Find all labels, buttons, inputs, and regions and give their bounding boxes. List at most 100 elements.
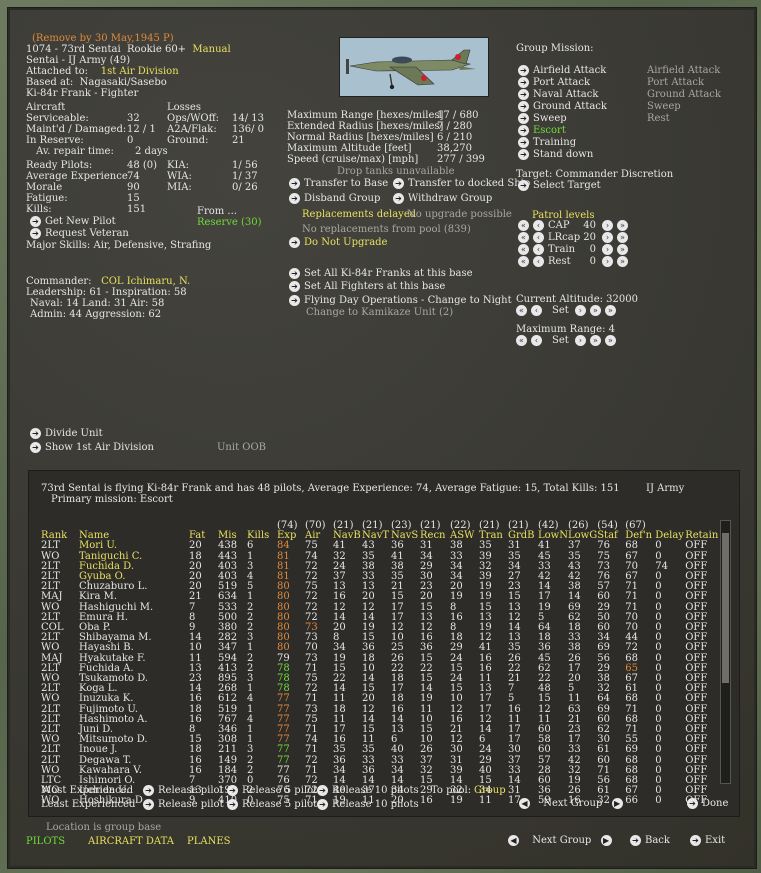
- least-release-5-button[interactable]: ➔ Release 5 pilots: [227, 799, 322, 810]
- roster-next-group[interactable]: ◀ Next Group ▶: [519, 798, 627, 809]
- set-all-fighters-button[interactable]: ➔ Set All Fighters at this base: [289, 281, 445, 292]
- tab-pilots[interactable]: PILOTS: [26, 836, 65, 847]
- fast-back-icon[interactable]: «: [518, 220, 529, 231]
- to-pool-value[interactable]: Group: [474, 785, 506, 796]
- show-division-button[interactable]: ➔ Show 1st Air Division: [30, 442, 154, 453]
- back-icon[interactable]: ‹: [533, 256, 544, 267]
- back-icon[interactable]: ‹: [531, 335, 542, 346]
- from-reserve-link[interactable]: Reserve (30): [197, 217, 262, 228]
- table-row[interactable]: 2LT Hashimoto A. 16 767 4 77 75 11 14 14 10 16 12 11 1…: [41, 714, 718, 725]
- fast-back-icon[interactable]: «: [518, 232, 529, 243]
- table-row[interactable]: 2LT Mori U. 20 438 6 84 75 41 43 36 31 38 35 31 41 37 76…: [41, 541, 718, 551]
- commander-name-link[interactable]: COL Ichimaru, N.: [101, 276, 190, 287]
- table-row[interactable]: WO Kawahara V. 16 184 2 77 71 34 36 34 32 39 40 33 28 3…: [41, 765, 718, 776]
- altitude-set-label[interactable]: Set: [552, 305, 569, 316]
- table-row[interactable]: 2LT Inoue J. 18 211 3 77 71 35 35 40 26 30 24 30 60 33 6…: [41, 745, 718, 755]
- range-set-label[interactable]: Set: [552, 335, 569, 346]
- forward-icon[interactable]: ›: [602, 220, 613, 231]
- forward-icon[interactable]: ›: [602, 244, 613, 255]
- back-icon[interactable]: ‹: [533, 232, 544, 243]
- fast-forward-icon[interactable]: »: [589, 305, 601, 316]
- fast-back-icon[interactable]: «: [518, 244, 529, 255]
- least-release-pilot-button[interactable]: ➔ Release pilot: [143, 799, 224, 810]
- mission-option[interactable]: ➔ Naval Attack: [518, 89, 598, 100]
- fast-forward-icon[interactable]: »: [617, 220, 628, 231]
- exit-button[interactable]: ➔ Exit: [690, 835, 725, 846]
- table-row[interactable]: MAJ Hyakutake F. 11 594 2 79 73 19 18 26 15 24 16 26 4…: [41, 653, 718, 664]
- scrollbar-thumb[interactable]: [722, 533, 729, 683]
- table-row[interactable]: WO Inuzuka K. 16 612 4 77 71 11 20 18 19 10 17 5 15 11 6…: [41, 694, 718, 704]
- secondary-mission-option[interactable]: Port Attack: [647, 77, 704, 88]
- max-forward-icon[interactable]: »: [604, 335, 616, 346]
- divide-unit-button[interactable]: ➔ Divide Unit: [30, 428, 103, 439]
- fast-forward-icon[interactable]: »: [589, 335, 601, 346]
- most-release-pilot-button[interactable]: ➔ Release pilot: [143, 785, 224, 796]
- table-row[interactable]: 2LT Fuchida D. 20 403 3 81 72 24 38 38 29 34 32 34 33 4…: [41, 561, 718, 572]
- secondary-mission-option[interactable]: Sweep: [647, 101, 681, 112]
- table-row[interactable]: 2LT Emura H. 8 500 2 80 72 14 14 17 13 16 13 12 5 62 50 7…: [41, 612, 718, 623]
- attached-division-link[interactable]: 1st Air Division: [101, 66, 179, 77]
- mission-option[interactable]: ➔ Sweep: [518, 113, 567, 124]
- do-not-upgrade-button[interactable]: ➔ Do Not Upgrade: [289, 237, 387, 248]
- arrow-right-icon[interactable]: ▶: [611, 798, 623, 809]
- release-5-label: Release 5 pilots: [242, 799, 323, 810]
- fast-forward-icon[interactable]: »: [617, 256, 628, 267]
- tab-aircraft-data[interactable]: AIRCRAFT DATA: [88, 836, 174, 847]
- mission-option[interactable]: ➔ Training: [518, 137, 576, 148]
- mission-option[interactable]: ➔ Ground Attack: [518, 101, 607, 112]
- max-forward-icon[interactable]: »: [604, 305, 616, 316]
- mission-option[interactable]: ➔ Stand down: [518, 149, 593, 160]
- done-button[interactable]: ➔ Done: [687, 798, 728, 809]
- table-row[interactable]: WO Mitsumoto D. 15 308 1 77 74 16 11 6 10 12 6 17 58 17…: [41, 735, 718, 745]
- table-row[interactable]: WO Hashiguchi M. 7 533 2 80 72 12 12 17 15 8 15 13 19 6…: [41, 602, 718, 613]
- tab-planes[interactable]: PLANES: [187, 836, 231, 847]
- fast-back-icon[interactable]: «: [518, 256, 529, 267]
- arrow-left-icon[interactable]: ◀: [519, 798, 530, 809]
- transfer-base-button[interactable]: ➔ Transfer to Base: [289, 178, 388, 189]
- disband-button[interactable]: ➔ Disband Group: [289, 193, 380, 204]
- manual-toggle[interactable]: Manual: [192, 44, 230, 55]
- transfer-ship-button[interactable]: ➔ Transfer to docked Ship: [393, 178, 530, 189]
- table-row[interactable]: 2LT Koga L. 14 268 1 78 72 14 15 17 14 15 13 7 48 5 32 61…: [41, 684, 718, 694]
- forward-icon[interactable]: ›: [602, 256, 613, 267]
- replacements-delayed-toggle[interactable]: Replacements delayed: [302, 209, 416, 220]
- fast-back-icon[interactable]: «: [516, 305, 527, 316]
- withdraw-button[interactable]: ➔ Withdraw Group: [393, 193, 492, 204]
- mission-option[interactable]: ➔ Airfield Attack: [518, 65, 606, 76]
- secondary-mission-option[interactable]: Ground Attack: [647, 89, 721, 100]
- fast-back-icon[interactable]: «: [516, 335, 527, 346]
- back-icon[interactable]: ‹: [533, 220, 544, 231]
- table-cell: 19: [450, 795, 463, 807]
- mission-option[interactable]: ➔ Escort: [518, 125, 566, 136]
- table-row[interactable]: 2LT Degawa T. 16 149 2 77 72 36 33 33 37 31 29 37 57 42…: [41, 755, 718, 766]
- serviceable-value: 32: [127, 113, 140, 124]
- table-row[interactable]: WO Tsukamoto D. 23 895 3 78 75 22 14 18 15 24 11 21 22…: [41, 673, 718, 684]
- forward-icon[interactable]: ›: [602, 232, 613, 243]
- request-veteran-button[interactable]: ➔ Request Veteran: [30, 228, 129, 239]
- back-icon[interactable]: ‹: [533, 244, 544, 255]
- arrow-right-icon[interactable]: ▶: [600, 835, 612, 846]
- table-row[interactable]: 2LT Chuzaburo L. 20 519 5 80 75 13 13 21 23 20 19 23 1…: [41, 582, 718, 592]
- most-release-5-button[interactable]: ➔ Release 5 pilots: [227, 785, 322, 796]
- flying-day-button[interactable]: ➔ Flying Day Operations - Change to Night: [289, 295, 512, 306]
- mission-option[interactable]: ➔ Port Attack: [518, 77, 590, 88]
- table-row[interactable]: WO Taniguchi C. 18 443 1 81 74 32 35 41 34 33 39 35 45…: [41, 551, 718, 562]
- get-new-pilot-button[interactable]: ➔ Get New Pilot: [30, 216, 116, 227]
- most-release-10-button[interactable]: ➔ Release 10 pilots: [317, 785, 419, 796]
- fast-forward-icon[interactable]: »: [617, 232, 628, 243]
- fast-forward-icon[interactable]: »: [617, 244, 628, 255]
- least-release-10-button[interactable]: ➔ Release 10 pilots: [317, 799, 419, 810]
- unit-oob-link[interactable]: Unit OOB: [217, 442, 266, 453]
- secondary-mission-option[interactable]: Rest: [647, 113, 670, 124]
- table-row[interactable]: 2LT Shibayama M. 14 282 3 80 73 8 15 10 16 18 12 13 18…: [41, 633, 718, 643]
- select-target-button[interactable]: ➔ Select Target: [518, 180, 601, 191]
- set-all-franks-button[interactable]: ➔ Set All Ki-84r Franks at this base: [289, 268, 473, 279]
- back-button[interactable]: ➔ Back: [630, 835, 670, 846]
- roster-scrollbar[interactable]: [720, 520, 731, 784]
- back-icon[interactable]: ‹: [531, 305, 542, 316]
- footer-next-group[interactable]: ◀ Next Group ▶: [508, 835, 616, 846]
- arrow-left-icon[interactable]: ◀: [508, 835, 519, 846]
- secondary-mission-option[interactable]: Airfield Attack: [647, 65, 720, 76]
- forward-icon[interactable]: ›: [574, 305, 586, 316]
- forward-icon[interactable]: ›: [574, 335, 586, 346]
